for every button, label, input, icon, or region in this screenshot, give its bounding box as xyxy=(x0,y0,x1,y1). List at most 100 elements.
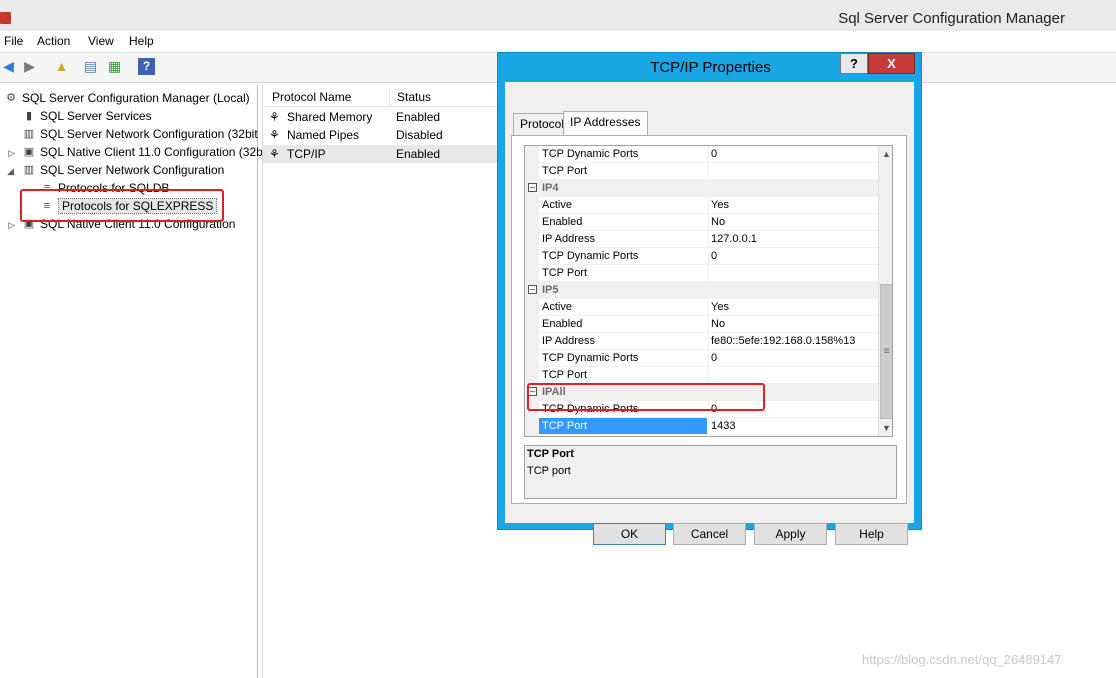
forward-arrow-icon[interactable]: ▶ xyxy=(21,58,38,75)
grid-row[interactable]: IP Address fe80::5efe:192.168.0.158%13 xyxy=(525,333,878,350)
property-value xyxy=(708,265,878,282)
property-name: Enabled xyxy=(539,316,707,333)
tab-panel: TCP Dynamic Ports 0 TCP Port – IP4 Activ… xyxy=(511,135,907,504)
server-icon: ▮ xyxy=(25,109,33,122)
help-icon[interactable]: ? xyxy=(138,58,155,75)
apply-button[interactable]: Apply xyxy=(754,523,827,545)
property-value: 0 xyxy=(708,350,878,367)
tree-item-network[interactable]: ▥ SQL Server Network Configuration xyxy=(22,161,225,178)
property-value: 127.0.0.1 xyxy=(708,231,878,248)
show-hide-tree-icon[interactable]: ▤ xyxy=(82,58,99,75)
tree-root[interactable]: ⚙ SQL Server Configuration Manager (Loca… xyxy=(4,89,250,106)
dialog-help-button[interactable]: ? xyxy=(840,53,868,74)
tcpip-properties-dialog: TCP/IP Properties ? X Protocol IP Addres… xyxy=(497,52,922,545)
network-icon: ▥ xyxy=(23,163,35,176)
grid-row[interactable]: Active Yes xyxy=(525,197,878,214)
grid-row[interactable]: TCP Port xyxy=(525,265,878,282)
property-name: TCP Dynamic Ports xyxy=(539,350,707,367)
tcp-port-input[interactable]: 1433 xyxy=(708,418,878,435)
config-manager-icon: ⚙ xyxy=(6,91,16,104)
protocol-name: Named Pipes xyxy=(287,128,360,142)
grid-row[interactable]: TCP Port xyxy=(525,163,878,180)
grid-row[interactable]: TCP Port xyxy=(525,367,878,384)
menu-help[interactable]: Help xyxy=(129,34,154,48)
property-name: TCP Port xyxy=(539,163,707,180)
grid-row[interactable]: TCP Dynamic Ports 0 xyxy=(525,146,878,163)
help-button[interactable]: Help xyxy=(835,523,908,545)
property-value: Yes xyxy=(708,299,878,316)
cancel-button[interactable]: Cancel xyxy=(673,523,746,545)
expand-arrow-icon[interactable]: ▷ xyxy=(8,220,15,231)
grid-category-ip4[interactable]: – IP4 xyxy=(525,180,878,197)
annotation-highlight xyxy=(527,383,765,411)
property-name: IP Address xyxy=(539,231,707,248)
property-name: Active xyxy=(539,197,707,214)
list-row[interactable]: ⚘ TCP/IP Enabled xyxy=(263,145,503,163)
grid-row[interactable]: TCP Dynamic Ports 0 xyxy=(525,248,878,265)
protocol-icon: ⚘ xyxy=(269,110,280,124)
property-name: TCP Port xyxy=(539,367,707,384)
export-list-icon[interactable]: ▦ xyxy=(106,58,123,75)
description-box: TCP Port TCP port xyxy=(524,445,897,499)
property-value: No xyxy=(708,316,878,333)
property-name: TCP Dynamic Ports xyxy=(539,248,707,265)
up-folder-icon[interactable]: ▲ xyxy=(53,58,70,75)
property-name: TCP Port xyxy=(539,265,707,282)
tree-item-label: SQL Server Network Configuration (32bit xyxy=(40,126,258,141)
tab-ip-addresses[interactable]: IP Addresses xyxy=(563,111,648,135)
property-name: IP Address xyxy=(539,333,707,350)
grid-row[interactable]: Enabled No xyxy=(525,316,878,333)
description-text: TCP port xyxy=(527,465,571,477)
menu-file[interactable]: File xyxy=(4,34,23,48)
description-title: TCP Port xyxy=(527,448,574,460)
collapse-toggle-icon[interactable]: – xyxy=(528,285,537,294)
menu-bar: File Action View Help xyxy=(0,31,1116,52)
property-value xyxy=(708,163,878,180)
tree-pane: ⚙ SQL Server Configuration Manager (Loca… xyxy=(0,85,263,678)
tree-item-network-32bit[interactable]: ▥ SQL Server Network Configuration (32bi… xyxy=(22,125,258,142)
scroll-up-icon[interactable]: ▲ xyxy=(879,146,892,162)
window-title: Sql Server Configuration Manager xyxy=(838,10,1065,27)
column-header-status[interactable]: Status xyxy=(390,89,500,107)
protocol-status: Enabled xyxy=(396,147,441,161)
property-value: Yes xyxy=(708,197,878,214)
protocol-status: Disabled xyxy=(396,128,443,142)
collapse-arrow-icon[interactable]: ◢ xyxy=(7,166,14,177)
menu-view[interactable]: View xyxy=(88,34,114,48)
grid-scrollbar[interactable]: ▲ ≡ ▼ xyxy=(878,146,892,436)
dialog-close-button[interactable]: X xyxy=(868,53,915,74)
app-icon xyxy=(0,12,11,24)
annotation-highlight xyxy=(20,189,224,222)
property-value: 0 xyxy=(708,248,878,265)
grid-row-selected[interactable]: TCP Port 1433 xyxy=(525,418,878,435)
expand-arrow-icon[interactable]: ▷ xyxy=(8,148,15,159)
grid-row[interactable]: Active Yes xyxy=(525,299,878,316)
scroll-down-icon[interactable]: ▼ xyxy=(879,420,892,436)
column-header-protocol-name[interactable]: Protocol Name xyxy=(265,89,390,107)
property-value: 0 xyxy=(708,146,878,163)
list-row[interactable]: ⚘ Shared Memory Enabled xyxy=(263,108,503,126)
grid-row[interactable]: TCP Dynamic Ports 0 xyxy=(525,350,878,367)
category-label: IP5 xyxy=(542,284,559,296)
tree-root-label: SQL Server Configuration Manager (Local) xyxy=(22,90,250,105)
list-row[interactable]: ⚘ Named Pipes Disabled xyxy=(263,126,503,144)
tree-item-services[interactable]: ▮ SQL Server Services xyxy=(22,107,152,124)
property-name: TCP Dynamic Ports xyxy=(539,146,707,163)
menu-action[interactable]: Action xyxy=(37,34,70,48)
network-icon: ▥ xyxy=(23,127,35,140)
ok-button[interactable]: OK xyxy=(593,523,666,545)
grid-row[interactable]: IP Address 127.0.0.1 xyxy=(525,231,878,248)
grid-row[interactable]: Enabled No xyxy=(525,214,878,231)
scroll-thumb[interactable]: ≡ xyxy=(880,284,892,419)
category-label: IP4 xyxy=(542,182,559,194)
client-icon: ▣ xyxy=(23,145,35,158)
protocol-icon: ⚘ xyxy=(269,128,280,142)
title-bar: Sql Server Configuration Manager xyxy=(0,0,1116,31)
tree-item-native-client-32bit[interactable]: ▣ SQL Native Client 11.0 Configuration (… xyxy=(22,143,263,160)
property-value xyxy=(708,367,878,384)
collapse-toggle-icon[interactable]: – xyxy=(528,183,537,192)
property-value: fe80::5efe:192.168.0.158%13 xyxy=(708,333,878,350)
back-arrow-icon[interactable]: ◀ xyxy=(0,58,17,75)
protocol-icon: ⚘ xyxy=(269,147,280,161)
grid-category-ip5[interactable]: – IP5 xyxy=(525,282,878,299)
